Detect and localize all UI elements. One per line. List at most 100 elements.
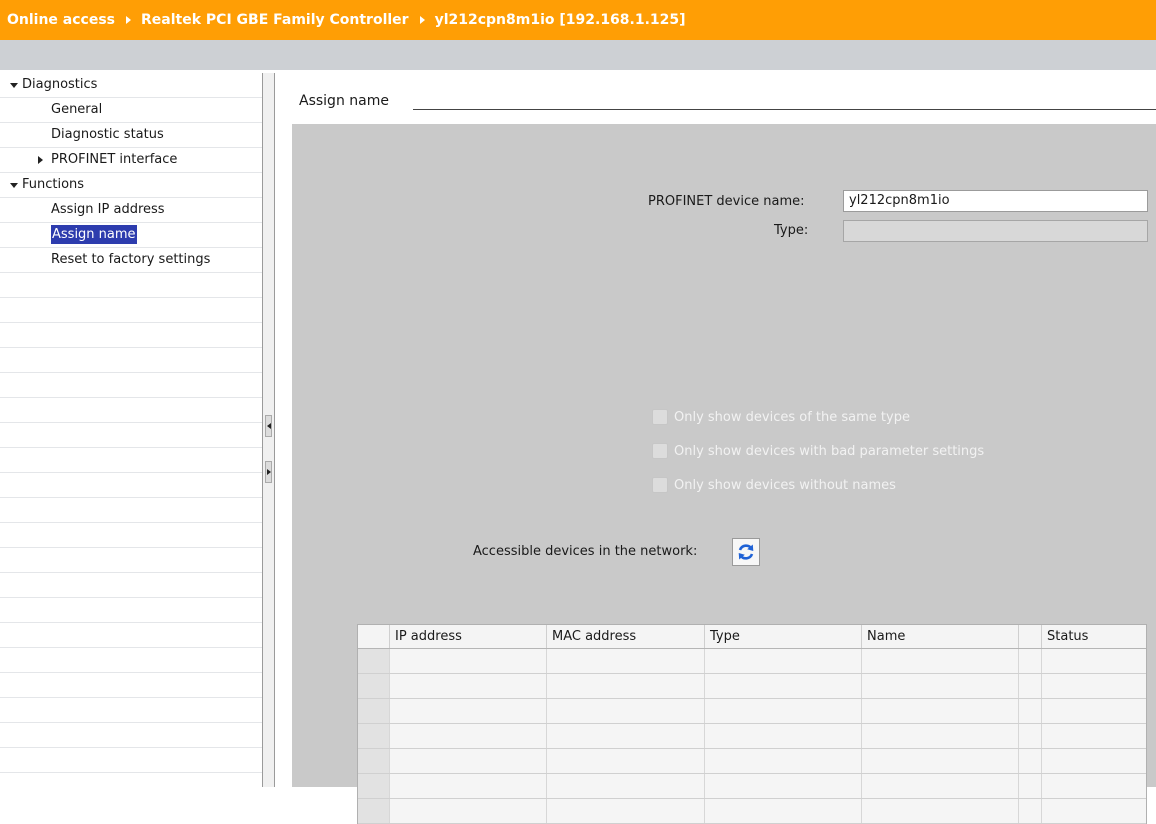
section-divider (413, 109, 1156, 110)
caret-down-icon[interactable] (10, 183, 18, 188)
table-row[interactable] (358, 674, 1146, 699)
table-row[interactable] (358, 699, 1146, 724)
nav-empty-row (0, 548, 262, 573)
nav-empty-row (0, 423, 262, 448)
nav-empty-row (0, 373, 262, 398)
filter-no-names[interactable]: Only show devices without names (652, 477, 896, 493)
table-cell (704, 774, 861, 798)
nav-item-assign-name[interactable]: Assign name (0, 223, 262, 248)
expand-right-button[interactable] (265, 461, 272, 483)
column-header[interactable] (358, 625, 389, 648)
table-cell (389, 749, 546, 773)
filter-same-type[interactable]: Only show devices of the same type (652, 409, 910, 425)
caret-down-icon[interactable] (10, 83, 18, 88)
column-header[interactable]: Name (861, 625, 1018, 648)
nav-empty-row (0, 748, 262, 773)
chevron-right-icon (126, 16, 132, 24)
breadcrumb-item-online-access[interactable]: Online access (7, 12, 115, 28)
table-row[interactable] (358, 799, 1146, 824)
nav-item-label: Assign name (51, 225, 137, 244)
nav-empty-row (0, 623, 262, 648)
table-cell (546, 774, 704, 798)
table-cell (1041, 774, 1146, 798)
table-cell (1041, 749, 1146, 773)
accessible-devices-label: Accessible devices in the network: (473, 544, 698, 559)
nav-item-profinet-interface[interactable]: PROFINET interface (0, 148, 262, 173)
row-header-cell (358, 699, 389, 723)
filter-bad-params-checkbox[interactable] (652, 443, 668, 459)
nav-item-functions[interactable]: Functions (0, 173, 262, 198)
row-header-cell (358, 649, 389, 673)
nav-empty-row (0, 348, 262, 373)
type-label: Type: (774, 223, 809, 238)
nav-empty-row (0, 323, 262, 348)
table-cell (1018, 799, 1041, 823)
row-header-cell (358, 674, 389, 698)
table-cell (704, 674, 861, 698)
nav-item-label: Functions (22, 177, 85, 192)
nav-item-label: Assign IP address (51, 202, 165, 217)
table-cell (861, 649, 1018, 673)
table-cell (1018, 724, 1041, 748)
nav-empty-row (0, 698, 262, 723)
table-cell (704, 749, 861, 773)
row-header-cell (358, 799, 389, 823)
table-cell (861, 774, 1018, 798)
table-cell (389, 699, 546, 723)
nav-empty-row (0, 648, 262, 673)
row-header-cell (358, 749, 389, 773)
table-cell (861, 799, 1018, 823)
panel-splitter[interactable] (262, 73, 275, 787)
table-cell (546, 649, 704, 673)
refresh-button[interactable] (732, 538, 760, 566)
table-row[interactable] (358, 724, 1146, 749)
table-row[interactable] (358, 649, 1146, 674)
nav-empty-row (0, 523, 262, 548)
content-area: Assign name PROFINET device name: yl212c… (275, 73, 1156, 824)
table-cell (861, 749, 1018, 773)
nav-item-general[interactable]: General (0, 98, 262, 123)
table-cell (1041, 699, 1146, 723)
navigation-tree: Diagnostics General Diagnostic status PROFI… (0, 73, 262, 787)
table-cell (389, 774, 546, 798)
table-cell (1018, 749, 1041, 773)
filter-same-type-checkbox[interactable] (652, 409, 668, 425)
nav-item-diagnostics[interactable]: Diagnostics (0, 73, 262, 98)
table-cell (861, 699, 1018, 723)
caret-right-icon[interactable] (38, 156, 43, 164)
nav-item-reset-to-factory-settings[interactable]: Reset to factory settings (0, 248, 262, 273)
table-cell (389, 799, 546, 823)
chevron-right-icon (419, 16, 425, 24)
nav-item-diagnostic-status[interactable]: Diagnostic status (0, 123, 262, 148)
table-cell (1018, 774, 1041, 798)
nav-item-assign-ip-address[interactable]: Assign IP address (0, 198, 262, 223)
row-header-cell (358, 774, 389, 798)
table-row[interactable] (358, 749, 1146, 774)
nav-empty-row (0, 673, 262, 698)
column-header[interactable]: Type (704, 625, 861, 648)
nav-empty-row (0, 398, 262, 423)
table-cell (546, 799, 704, 823)
nav-empty-row (0, 573, 262, 598)
table-cell (704, 699, 861, 723)
nav-empty-row (0, 298, 262, 323)
filter-same-type-label: Only show devices of the same type (674, 409, 910, 425)
column-header[interactable] (1018, 625, 1041, 648)
table-cell (704, 724, 861, 748)
row-header-cell (358, 724, 389, 748)
column-header[interactable]: IP address (389, 625, 546, 648)
column-header[interactable]: MAC address (546, 625, 704, 648)
nav-item-label: Diagnostic status (51, 127, 164, 142)
accessible-devices-table: IP address MAC address Type Name Status (357, 624, 1147, 824)
collapse-left-button[interactable] (265, 415, 272, 437)
filter-no-names-checkbox[interactable] (652, 477, 668, 493)
column-header[interactable]: Status (1041, 625, 1146, 648)
type-field (843, 220, 1148, 242)
filter-bad-params[interactable]: Only show devices with bad parameter set… (652, 443, 984, 459)
breadcrumb-item-controller[interactable]: Realtek PCI GBE Family Controller (141, 12, 409, 28)
device-name-label: PROFINET device name: (648, 194, 805, 209)
breadcrumb: Online access Realtek PCI GBE Family Con… (0, 0, 1156, 40)
device-name-field[interactable]: yl212cpn8m1io (843, 190, 1148, 212)
table-cell (1018, 649, 1041, 673)
breadcrumb-item-device[interactable]: yl212cpn8m1io [192.168.1.125] (435, 12, 686, 28)
